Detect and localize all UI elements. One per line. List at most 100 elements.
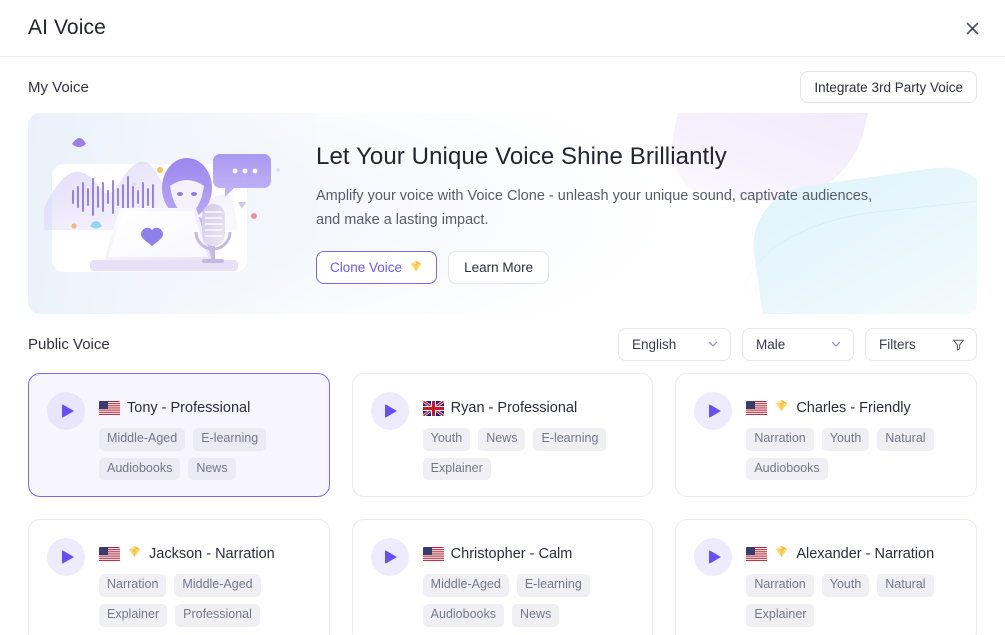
voice-card-body: Charles - Friendly Narration Youth Natural A… [746,391,960,481]
voice-tag-list: Middle-Aged E-learning Audiobooks News [99,428,313,481]
voice-tag: Middle-Aged [99,428,186,451]
voice-tag: Middle-Aged [174,574,261,597]
voice-name-row: Christopher - Calm [422,543,637,565]
us-flag-icon [99,546,120,562]
close-icon[interactable] [957,13,987,43]
language-filter-select[interactable]: English [618,327,731,361]
voice-card[interactable]: Alexander - Narration Narration Youth Natur… [675,519,977,635]
voice-tag: Explainer [422,457,491,481]
play-icon [385,404,398,418]
clone-voice-button[interactable]: Clone Voice [316,250,438,284]
voice-tag-list: Narration Youth Natural Explainer [746,574,960,627]
filter-funnel-icon [952,338,965,351]
us-flag-icon [746,546,768,562]
gem-icon [409,259,423,276]
voice-tag: News [511,603,560,627]
voice-tag-list: Youth News E-learning Explainer [422,428,637,481]
play-button[interactable] [370,538,409,577]
play-icon [708,550,721,565]
voice-tag: Explainer [99,603,168,627]
dialog-body: My Voice Integrate 3rd Party Voice Let Y… [0,57,1005,635]
voice-name: Christopher - Calm [450,546,573,563]
voice-tag: Narration [99,574,167,597]
us-flag-icon [746,400,768,416]
public-voice-grid: Tony - Professional Middle-Aged E-learning… [28,370,977,635]
voice-name-row: Alexander - Narration [746,543,960,565]
voice-tag: Natural [877,428,934,451]
public-voice-title: Public Voice [28,335,110,353]
voice-card-body: Tony - Professional Middle-Aged E-learning… [99,391,313,481]
voice-tag: News [188,457,236,481]
clone-voice-label: Clone Voice [330,259,403,275]
voice-card[interactable]: Charles - Friendly Narration Youth Natural A… [675,373,977,498]
banner-description: Amplify your voice with Voice Clone - un… [316,188,873,228]
voice-card-body: Alexander - Narration Narration Youth Natur… [746,537,960,627]
voice-name-row: Jackson - Narration [99,543,313,565]
chevron-down-icon [707,338,719,350]
voice-tag-list: Middle-Aged E-learning Audiobooks News [422,574,637,627]
voice-tag: Explainer [746,603,815,627]
voice-tag: News [478,428,526,451]
voice-name: Ryan - Professional [450,400,578,416]
filters-button-label: Filters [879,336,916,352]
play-button[interactable] [47,392,85,430]
gem-icon [774,398,789,418]
voice-card[interactable]: Jackson - Narration Narration Middle-Aged E… [28,519,330,635]
voice-clone-illustration [42,126,292,301]
voice-tag: Audiobooks [422,603,504,627]
dialog-titlebar: AI Voice [0,0,1005,57]
voice-tag: E-learning [533,428,607,451]
voice-name: Tony - Professional [127,400,251,416]
voice-card[interactable]: Ryan - Professional Youth News E-learning Ex… [351,373,654,498]
voice-card[interactable]: Christopher - Calm Middle-Aged E-learning A… [351,519,654,635]
chevron-down-icon [830,338,842,350]
voice-name-row: Ryan - Professional [422,397,637,419]
play-icon [385,550,398,565]
page-title: AI Voice [28,16,106,39]
my-voice-title: My Voice [28,78,89,96]
voice-tag: Professional [175,603,260,627]
voice-name: Alexander - Narration [796,546,935,563]
voice-tag: Narration [746,428,814,451]
filters-button[interactable]: Filters [865,327,977,361]
voice-name: Charles - Friendly [796,400,911,416]
voice-tag: Middle-Aged [422,574,509,597]
banner-heading: Let Your Unique Voice Shine Brilliantly [316,143,727,171]
gender-filter-select[interactable]: Male [742,327,854,361]
public-voice-header: Public Voice English Male Filters [28,314,977,370]
voice-tag-list: Narration Youth Natural Audiobooks [746,428,960,481]
play-icon [708,404,721,418]
integrate-third-party-voice-button[interactable]: Integrate 3rd Party Voice [800,71,977,103]
voice-tag-list: Narration Middle-Aged Explainer Professiona… [99,574,313,627]
voice-card-body: Christopher - Calm Middle-Aged E-learning A… [422,537,637,627]
voice-tag: Youth [821,574,870,597]
public-voice-filters: English Male Filters [618,327,977,361]
gender-filter-value: Male [756,336,786,352]
us-flag-icon [422,546,444,562]
my-voice-header: My Voice Integrate 3rd Party Voice [28,57,977,113]
play-button[interactable] [370,392,409,430]
banner-actions: Clone Voice Learn More [316,250,947,284]
learn-more-button[interactable]: Learn More [448,250,550,284]
voice-tag: E-learning [193,428,267,451]
gem-icon [774,544,789,564]
voice-card[interactable]: Tony - Professional Middle-Aged E-learning… [28,373,330,498]
play-button[interactable] [47,538,85,577]
language-filter-value: English [632,336,677,352]
play-button[interactable] [694,538,733,577]
us-flag-icon [99,400,120,416]
voice-card-body: Ryan - Professional Youth News E-learning Ex… [422,391,637,481]
play-icon [61,404,74,418]
gem-icon [127,544,142,564]
voice-tag: Youth [422,428,471,451]
voice-name-row: Charles - Friendly [746,397,960,419]
voice-name: Jackson - Narration [149,546,275,563]
play-button[interactable] [694,392,733,430]
voice-tag: Audiobooks [746,457,828,481]
voice-name-row: Tony - Professional [99,397,313,419]
voice-tag: Narration [746,574,814,597]
voice-clone-banner: Let Your Unique Voice Shine Brilliantly … [28,113,977,314]
banner-copy: Let Your Unique Voice Shine Brilliantly … [292,143,977,284]
voice-tag: Audiobooks [99,457,181,481]
voice-tag: Youth [821,428,870,451]
